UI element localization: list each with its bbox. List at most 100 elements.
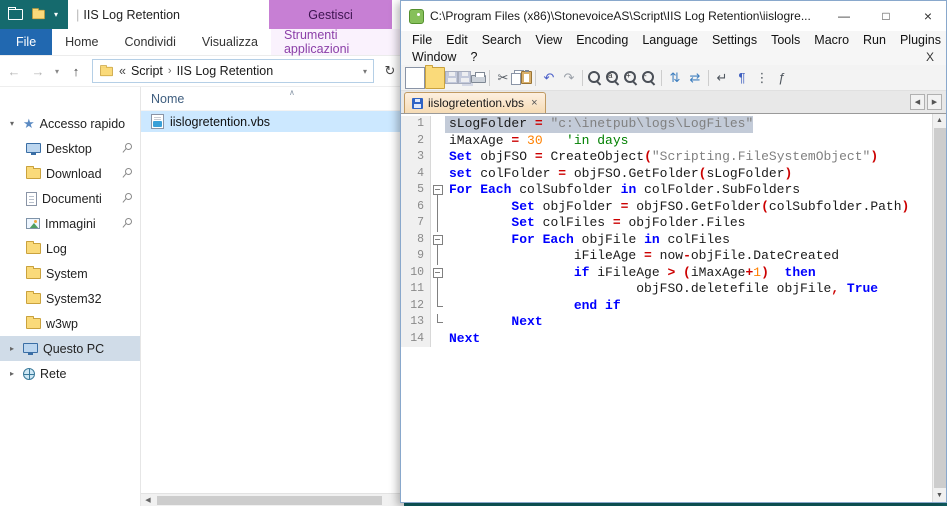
tab-scroll-right-icon[interactable]: ▶ bbox=[927, 94, 942, 110]
menu-macro[interactable]: Macro bbox=[807, 33, 856, 47]
forward-icon[interactable]: → bbox=[27, 64, 49, 79]
scroll-up-icon[interactable]: ▲ bbox=[936, 114, 943, 127]
expander-icon[interactable]: ▸ bbox=[6, 369, 18, 378]
sidebar-item-download[interactable]: Download bbox=[0, 161, 140, 186]
code-text[interactable]: Set colFiles = objFolder.Files bbox=[445, 215, 746, 232]
sidebar-item-documenti[interactable]: Documenti bbox=[0, 186, 140, 211]
column-header-name[interactable]: Nome bbox=[141, 92, 184, 106]
fold-collapse-icon[interactable] bbox=[431, 265, 445, 282]
word-wrap-icon[interactable]: ↵ bbox=[712, 67, 732, 89]
code-text[interactable]: Next bbox=[445, 331, 480, 348]
tab-close-icon[interactable]: × bbox=[531, 97, 537, 109]
indent-guide-icon[interactable]: ⋮ bbox=[752, 67, 772, 89]
print-icon[interactable] bbox=[471, 75, 486, 83]
back-icon[interactable]: ← bbox=[3, 64, 25, 79]
scrollbar-thumb[interactable] bbox=[934, 128, 946, 488]
minimize-button[interactable]: — bbox=[826, 1, 862, 31]
menu-search[interactable]: Search bbox=[475, 33, 529, 47]
tab-iislogretention-vbs[interactable]: iislogretention.vbs × bbox=[404, 92, 546, 113]
code-text[interactable]: Next bbox=[445, 314, 543, 331]
vertical-scrollbar[interactable]: ▲ ▼ bbox=[932, 114, 946, 502]
close-button[interactable]: × bbox=[910, 1, 946, 31]
code-text[interactable]: objFSO.deletefile objFile, True bbox=[445, 281, 878, 298]
function-list-icon[interactable]: ƒ bbox=[772, 67, 792, 89]
find-icon[interactable] bbox=[586, 69, 604, 87]
fold-collapse-icon[interactable] bbox=[431, 232, 445, 249]
sidebar-item-system[interactable]: System bbox=[0, 261, 140, 286]
new-file-icon[interactable] bbox=[405, 67, 425, 89]
code-text[interactable]: set colFolder = objFSO.GetFolder(sLogFol… bbox=[445, 166, 792, 183]
sync-horizontal-icon[interactable]: ⇄ bbox=[685, 67, 705, 89]
save-all-icon[interactable] bbox=[458, 71, 471, 84]
ribbon-tab-visualizza[interactable]: Visualizza bbox=[189, 29, 271, 55]
ribbon-tab-strumenti-applicazioni[interactable]: Strumenti applicazioni bbox=[271, 29, 404, 55]
code-text[interactable]: For Each colSubfolder in colFolder.SubFo… bbox=[445, 182, 800, 199]
menu-encoding[interactable]: Encoding bbox=[569, 33, 635, 47]
menu-window[interactable]: Window bbox=[405, 50, 463, 64]
menu-plugins[interactable]: Plugins bbox=[893, 33, 947, 47]
scroll-left-icon[interactable]: ◀ bbox=[141, 496, 155, 504]
sidebar-item-rete[interactable]: ▸Rete bbox=[0, 361, 140, 386]
recent-locations-chevron-icon[interactable]: ▾ bbox=[51, 67, 63, 76]
sidebar-item-system32[interactable]: System32 bbox=[0, 286, 140, 311]
code-text[interactable]: iMaxAge = 30 'in days bbox=[445, 133, 628, 150]
sidebar-item-w3wp[interactable]: w3wp bbox=[0, 311, 140, 336]
menu-file[interactable]: File bbox=[405, 33, 439, 47]
menu-view[interactable]: View bbox=[528, 33, 569, 47]
redo-icon[interactable]: ↷ bbox=[559, 67, 579, 89]
expander-icon[interactable]: ▸ bbox=[6, 344, 18, 353]
qat-folder-icon[interactable] bbox=[32, 10, 45, 19]
menu-[interactable]: ? bbox=[463, 50, 484, 64]
save-icon[interactable] bbox=[445, 71, 458, 84]
menu-language[interactable]: Language bbox=[635, 33, 705, 47]
code-text[interactable]: if iFileAge > (iMaxAge+1) then bbox=[445, 265, 816, 282]
fold-collapse-icon[interactable] bbox=[431, 182, 445, 199]
editor[interactable]: 1sLogFolder = "c:\inetpub\logs\LogFiles"… bbox=[401, 114, 946, 502]
scroll-down-icon[interactable]: ▼ bbox=[936, 489, 943, 502]
replace-icon[interactable]: a bbox=[604, 69, 622, 87]
breadcrumb-item-iis-log-retention[interactable]: IIS Log Retention bbox=[177, 64, 274, 78]
menu-settings[interactable]: Settings bbox=[705, 33, 764, 47]
show-all-characters-icon[interactable]: ¶ bbox=[732, 67, 752, 89]
code-text[interactable]: end if bbox=[445, 298, 621, 315]
sidebar-item-log[interactable]: Log bbox=[0, 236, 140, 261]
sync-vertical-icon[interactable]: ⇅ bbox=[665, 67, 685, 89]
cut-icon[interactable]: ✂ bbox=[493, 67, 513, 89]
undo-icon[interactable]: ↶ bbox=[539, 67, 559, 89]
qat-customize-chevron-icon[interactable]: ▾ bbox=[54, 10, 58, 19]
open-file-icon[interactable] bbox=[425, 67, 445, 89]
sidebar-item-desktop[interactable]: Desktop bbox=[0, 136, 140, 161]
up-icon[interactable]: ↑ bbox=[65, 64, 87, 79]
address-dropdown-icon[interactable]: ▾ bbox=[363, 67, 367, 76]
menu-tools[interactable]: Tools bbox=[764, 33, 807, 47]
paste-icon[interactable] bbox=[521, 71, 532, 84]
menu-edit[interactable]: Edit bbox=[439, 33, 475, 47]
file-row-iislogretention-vbs[interactable]: iislogretention.vbs bbox=[141, 111, 404, 132]
ribbon-tab-file[interactable]: File bbox=[0, 29, 52, 55]
ribbon-tab-home[interactable]: Home bbox=[52, 29, 111, 55]
maximize-button[interactable]: □ bbox=[868, 1, 904, 31]
tab-scroll-left-icon[interactable]: ◀ bbox=[910, 94, 925, 110]
horizontal-scrollbar[interactable]: ◀ bbox=[141, 493, 404, 506]
code-text[interactable]: Set objFSO = CreateObject("Scripting.Fil… bbox=[445, 149, 878, 166]
address-field[interactable]: « Script›IIS Log Retention ▾ bbox=[92, 59, 374, 83]
zoom-out-icon[interactable]: - bbox=[640, 69, 658, 87]
code-text[interactable]: For Each objFile in colFiles bbox=[445, 232, 730, 249]
sidebar-item-immagini[interactable]: Immagini bbox=[0, 211, 140, 236]
code-text[interactable]: Set objFolder = objFSO.GetFolder(colSubf… bbox=[445, 199, 909, 216]
code-text[interactable]: sLogFolder = "c:\inetpub\logs\LogFiles" bbox=[445, 116, 753, 133]
ribbon-tab-condividi[interactable]: Condividi bbox=[112, 29, 189, 55]
zoom-in-icon[interactable]: + bbox=[622, 69, 640, 87]
menu-run[interactable]: Run bbox=[856, 33, 893, 47]
sidebar-item-questo-pc[interactable]: ▸Questo PC bbox=[0, 336, 140, 361]
refresh-icon[interactable]: ↻ bbox=[379, 63, 401, 79]
code-area[interactable]: 1sLogFolder = "c:\inetpub\logs\LogFiles"… bbox=[401, 116, 932, 347]
copy-icon[interactable] bbox=[511, 73, 521, 85]
breadcrumb-overflow-icon[interactable]: « bbox=[119, 64, 126, 78]
menu-close-button[interactable]: X bbox=[926, 50, 946, 64]
scrollbar-thumb[interactable] bbox=[157, 496, 382, 505]
expander-icon[interactable]: ▾ bbox=[6, 119, 18, 128]
sidebar-item-accesso-rapido[interactable]: ▾★Accesso rapido bbox=[0, 111, 140, 136]
code-text[interactable]: iFileAge = now-objFile.DateCreated bbox=[445, 248, 839, 265]
breadcrumb-item-script[interactable]: Script bbox=[131, 64, 163, 78]
